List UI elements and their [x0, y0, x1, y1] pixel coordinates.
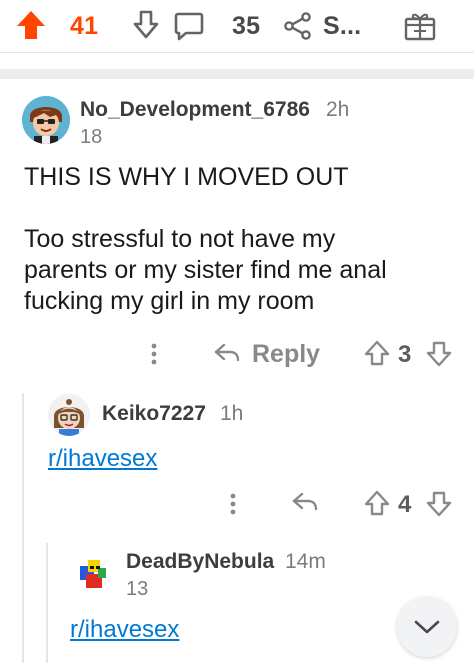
reply-button[interactable]: Reply [212, 338, 322, 370]
comment-bubble-icon [174, 12, 204, 41]
avatar[interactable] [48, 394, 90, 436]
vote-count: 4 [398, 491, 412, 518]
thread-line [22, 393, 24, 663]
more-options-button[interactable] [144, 340, 164, 368]
award-button[interactable] [402, 9, 438, 43]
upvote-count: 41 [70, 12, 99, 40]
comment-count: 35 [232, 12, 261, 40]
comment-line: THIS IS WHY I MOVED OUT [24, 163, 349, 191]
comment-downvote-button[interactable] [426, 490, 452, 520]
chevron-down-icon [414, 620, 440, 634]
scroll-to-next-button[interactable] [397, 597, 457, 657]
comment-body: THIS IS WHY I MOVED OUT Too stressful to… [24, 162, 454, 317]
share-icon [284, 12, 311, 40]
avatar[interactable] [22, 96, 70, 144]
comment-line: parents or my sister find me anal [24, 256, 387, 284]
post-action-bar: 41 35 S... [0, 0, 474, 52]
reply-arrow-icon [214, 343, 240, 362]
comment-line: Too stressful to not have my [24, 225, 336, 253]
more-options-button[interactable] [223, 490, 243, 518]
thread-line [46, 543, 48, 663]
comment-author[interactable]: No_Development_6786 [80, 98, 310, 122]
upvote-arrow-icon [364, 340, 390, 366]
subreddit-link[interactable]: r/ihavesex [48, 445, 157, 473]
avatar[interactable] [72, 552, 114, 594]
upvote-button[interactable] [14, 8, 48, 42]
comment-line: fucking my girl in my room [24, 287, 315, 315]
comment-line [24, 193, 454, 224]
reply-arrow-icon [292, 492, 318, 511]
downvote-arrow-icon [133, 10, 159, 39]
upvote-arrow-icon [364, 490, 390, 516]
reply-label: Reply [252, 340, 321, 368]
user-flair: 13 [126, 578, 149, 600]
subreddit-link[interactable]: r/ihavesex [70, 616, 179, 644]
more-vertical-icon [151, 343, 157, 365]
section-separator [0, 69, 474, 79]
comment-author[interactable]: Keiko7227 [102, 402, 206, 426]
downvote-arrow-icon [426, 341, 452, 367]
downvote-arrow-icon [426, 491, 452, 517]
gift-award-icon [404, 13, 436, 41]
vote-count: 3 [398, 341, 412, 368]
comment-upvote-button[interactable] [364, 339, 390, 369]
share-label: S... [323, 12, 362, 40]
comment-upvote-button[interactable] [364, 489, 390, 519]
comment-author[interactable]: DeadByNebula [126, 550, 274, 574]
comment-downvote-button[interactable] [426, 340, 452, 370]
comments-button[interactable] [172, 9, 206, 43]
user-flair: 18 [80, 126, 103, 148]
downvote-button[interactable] [130, 8, 162, 42]
upvote-arrow-filled-icon [17, 11, 45, 39]
share-button[interactable]: S... [283, 9, 379, 43]
comment-timestamp: 1h [220, 402, 244, 425]
more-vertical-icon [230, 493, 236, 515]
comment-timestamp: 2h [326, 98, 350, 121]
comment-timestamp: 14m [285, 550, 326, 573]
reply-button[interactable] [290, 489, 322, 519]
divider [0, 52, 474, 53]
